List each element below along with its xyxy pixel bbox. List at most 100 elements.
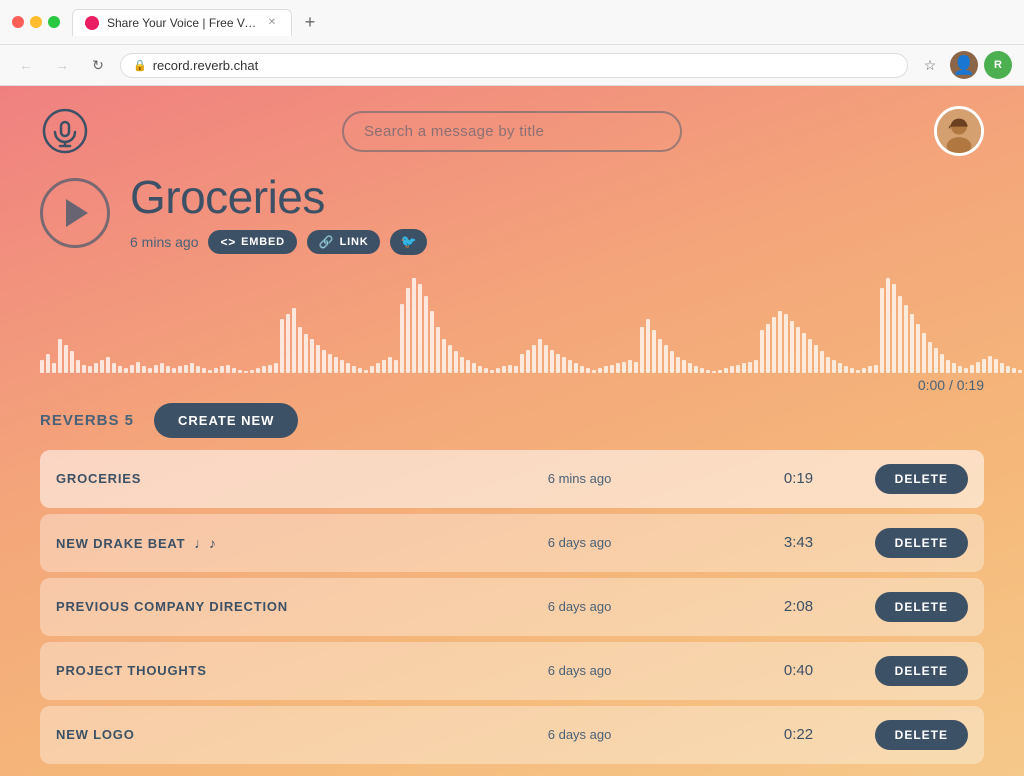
waveform-bar xyxy=(880,288,884,372)
waveform-bar xyxy=(76,360,80,372)
waveform-bar xyxy=(1006,366,1010,372)
waveform-bar xyxy=(496,368,500,373)
forward-button[interactable]: → xyxy=(48,51,76,79)
play-icon xyxy=(66,199,88,227)
waveform-bar xyxy=(184,365,188,373)
waveform-bar xyxy=(196,366,200,372)
search-bar xyxy=(342,111,682,152)
waveform-bar xyxy=(484,368,488,373)
embed-button[interactable]: <> EMBED xyxy=(208,230,296,254)
twitter-button[interactable]: 🐦 xyxy=(390,229,426,255)
waveform-bar xyxy=(418,284,422,373)
waveform-bar xyxy=(832,360,836,372)
waveform-bar xyxy=(640,327,644,373)
close-button[interactable] xyxy=(12,16,24,28)
waveform-bar xyxy=(598,368,602,373)
waveform-bar xyxy=(376,363,380,372)
waveform-bar xyxy=(214,368,218,373)
waveform-bar xyxy=(718,370,722,373)
waveform-bar xyxy=(874,365,878,373)
track-time-ago: 6 mins ago xyxy=(130,234,198,250)
recording-row[interactable]: PREVIOUS COMPANY DIRECTION6 days ago2:08… xyxy=(40,578,984,636)
minimize-button[interactable] xyxy=(30,16,42,28)
user-avatar[interactable] xyxy=(934,106,984,156)
waveform-bar xyxy=(382,360,386,372)
waveform-bar xyxy=(304,334,308,372)
delete-button[interactable]: DELETE xyxy=(875,592,968,622)
recording-duration: 0:19 xyxy=(722,470,874,487)
waveform-bar xyxy=(604,366,608,372)
new-tab-button[interactable]: + xyxy=(296,8,324,36)
play-button[interactable] xyxy=(40,178,110,248)
waveform-bar xyxy=(40,360,44,372)
track-meta: 6 mins ago <> EMBED 🔗 LINK 🐦 xyxy=(130,229,427,255)
waveform-bar xyxy=(1018,370,1022,373)
twitter-icon: 🐦 xyxy=(400,234,416,249)
waveform-bar xyxy=(688,363,692,372)
active-tab[interactable]: Share Your Voice | Free Voice No... ✕ xyxy=(72,9,292,36)
waveform-bar xyxy=(940,354,944,372)
recording-row[interactable]: NEW LOGO6 days ago0:22DELETE xyxy=(40,706,984,764)
browser-toolbar: ← → ↻ 🔒 record.reverb.chat ☆ 👤 R xyxy=(0,44,1024,85)
waveform-bar xyxy=(580,366,584,372)
waveform-bar xyxy=(250,370,254,373)
waveform-bar xyxy=(826,357,830,372)
waveform-bar xyxy=(550,350,554,373)
delete-button[interactable]: DELETE xyxy=(875,528,968,558)
waveform-bar xyxy=(838,363,842,372)
recording-row[interactable]: NEW DRAKE BEAT ♩♪6 days ago3:43DELETE xyxy=(40,514,984,572)
waveform-bar xyxy=(52,363,56,372)
avatar-image xyxy=(937,109,981,153)
extension-icon[interactable]: R xyxy=(984,51,1012,79)
recording-row[interactable]: GROCERIES6 mins ago0:19DELETE xyxy=(40,450,984,508)
waveform-bar xyxy=(280,319,284,373)
create-new-button[interactable]: CREATE NEW xyxy=(154,403,298,438)
waveform-bar xyxy=(130,365,134,373)
track-title: Groceries xyxy=(130,172,427,223)
delete-button[interactable]: DELETE xyxy=(875,720,968,750)
waveform-bar xyxy=(964,368,968,373)
waveform-bar xyxy=(526,350,530,373)
delete-button[interactable]: DELETE xyxy=(875,464,968,494)
waveform-bar xyxy=(400,304,404,373)
track-info: Groceries 6 mins ago <> EMBED 🔗 LINK 🐦 xyxy=(130,172,427,255)
tab-favicon xyxy=(85,16,99,30)
waveform-bar xyxy=(178,366,182,372)
waveform-bar xyxy=(670,351,674,372)
maximize-button[interactable] xyxy=(48,16,60,28)
user-profile-icon[interactable]: 👤 xyxy=(950,51,978,79)
waveform-bar xyxy=(406,288,410,372)
delete-button[interactable]: DELETE xyxy=(875,656,968,686)
waveform-bar xyxy=(856,370,860,373)
waveform-bar xyxy=(646,319,650,373)
waveform-bar xyxy=(574,363,578,372)
tab-bar: Share Your Voice | Free Voice No... ✕ + xyxy=(72,8,1012,36)
waveform-bar xyxy=(436,327,440,373)
reload-button[interactable]: ↻ xyxy=(84,51,112,79)
waveform-bar xyxy=(904,305,908,372)
tab-close-icon[interactable]: ✕ xyxy=(265,16,279,30)
address-bar[interactable]: 🔒 record.reverb.chat xyxy=(120,53,908,78)
lock-icon: 🔒 xyxy=(133,59,147,72)
waveform-bar xyxy=(358,368,362,373)
waveform-bar xyxy=(922,333,926,373)
waveform-bar xyxy=(952,363,956,372)
waveform-bar xyxy=(232,368,236,373)
waveform-bar xyxy=(538,339,542,373)
waveform-bar xyxy=(634,362,638,373)
waveform-bar xyxy=(298,327,302,373)
app-logo xyxy=(40,106,90,156)
waveform-bar xyxy=(970,365,974,373)
waveform-bar xyxy=(562,357,566,372)
back-button[interactable]: ← xyxy=(12,51,40,79)
search-input[interactable] xyxy=(342,111,682,152)
waveform-bar xyxy=(364,370,368,373)
recording-row[interactable]: PROJECT THOUGHTS6 days ago0:40DELETE xyxy=(40,642,984,700)
link-button[interactable]: 🔗 LINK xyxy=(307,230,381,254)
bookmark-button[interactable]: ☆ xyxy=(916,51,944,79)
waveform-container[interactable] xyxy=(0,273,1024,373)
waveform-bar xyxy=(64,345,68,373)
waveform-bar xyxy=(544,345,548,373)
waveform-bar xyxy=(682,360,686,372)
waveform-bar xyxy=(586,368,590,373)
